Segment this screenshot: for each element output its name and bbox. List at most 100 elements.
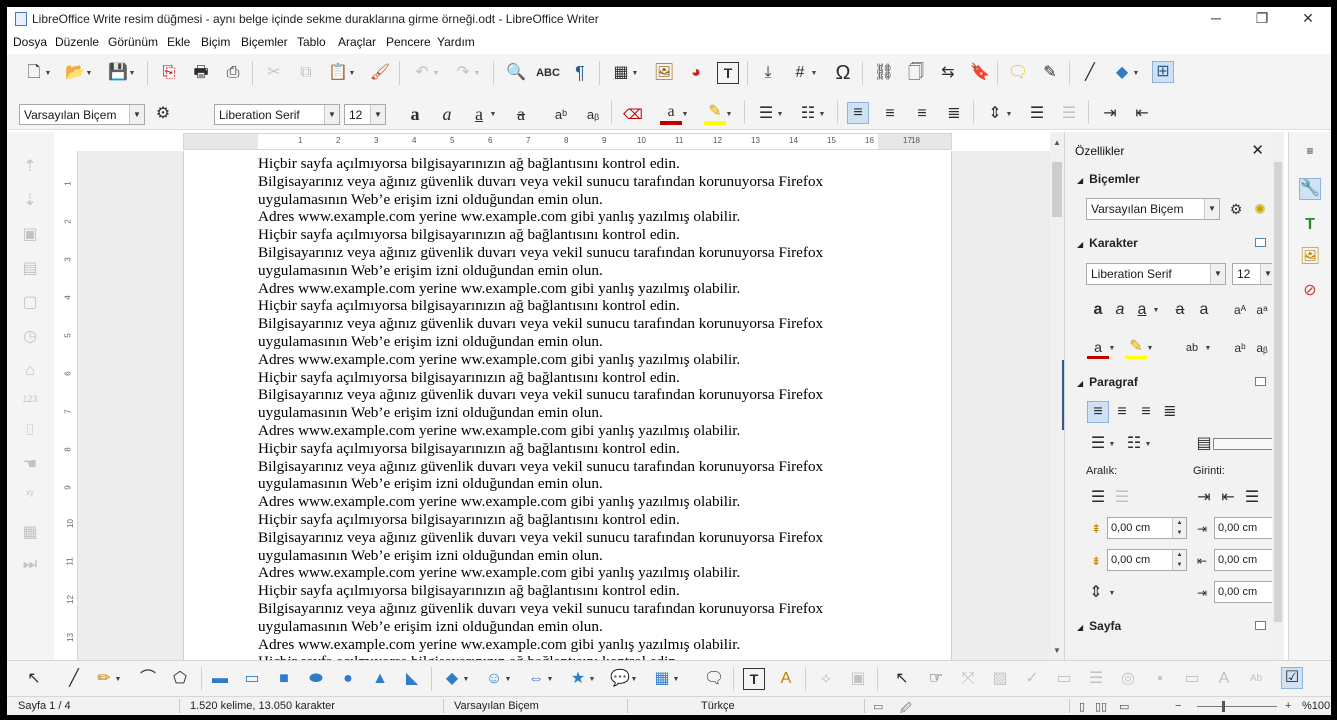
callouts-icon[interactable]: 💬 <box>609 668 631 690</box>
sidebar-font-combo[interactable]: Liberation Serif ▼ <box>1086 263 1226 285</box>
align-center-icon[interactable]: ≡ <box>1111 401 1133 423</box>
menu-bicim[interactable]: Biçim <box>201 35 230 49</box>
document-line[interactable]: Hiçbir sayfa açılmıyorsa bilgisayarınızı… <box>258 440 878 458</box>
increase-indent-icon[interactable]: ⇥ <box>1193 487 1215 509</box>
square-icon[interactable]: ■ <box>273 668 295 690</box>
cross-reference-icon[interactable]: ⇆ <box>937 62 959 84</box>
before-indent-field[interactable]: 0,00 cm <box>1214 517 1274 539</box>
print-preview-icon[interactable]: ⎙ <box>222 62 244 84</box>
polygon-icon[interactable]: ⬠ <box>169 668 191 690</box>
numbering-icon[interactable]: 123 <box>19 388 41 410</box>
comment-icon[interactable]: 🗨 <box>1007 62 1029 84</box>
document-line[interactable]: Hiçbir sayfa açılmıyorsa bilgisayarınızı… <box>258 226 878 244</box>
font-color-icon[interactable]: a <box>660 103 682 125</box>
ellipse-icon[interactable]: ⬬ <box>305 668 327 690</box>
document-line[interactable]: Adres www.example.com yerine ww.example.… <box>258 636 878 654</box>
field-dropdown-arrow[interactable]: ▼ <box>811 62 818 84</box>
highlight-color-icon[interactable]: ✎ <box>1125 337 1147 359</box>
paragraph-more-options-button[interactable] <box>1255 377 1266 386</box>
align-left-icon[interactable]: ≡ <box>847 102 869 124</box>
increase-indent-icon[interactable]: ⇥ <box>1099 103 1121 125</box>
styles-icon[interactable]: T <box>1299 214 1321 236</box>
table-dropdown-arrow[interactable]: ▼ <box>632 62 639 84</box>
basic-shapes-dropdown-arrow[interactable]: ▼ <box>463 668 470 690</box>
curve-icon[interactable]: ⌒ <box>137 668 159 690</box>
highlight-dropdown-arrow[interactable]: ▼ <box>726 103 733 125</box>
special-character-icon[interactable]: Ω <box>832 62 854 84</box>
document-text[interactable]: Hiçbir sayfa açılmıyorsa bilgisayarınızı… <box>258 155 878 660</box>
zoom-level[interactable]: %100 <box>1302 700 1330 712</box>
document-line[interactable]: Hiçbir sayfa açılmıyorsa bilgisayarınızı… <box>258 653 878 660</box>
minimize-button[interactable]: ─ <box>1193 7 1239 31</box>
paragraph-style-combo[interactable]: Varsayılan Biçem ▼ <box>19 104 145 125</box>
document-line[interactable]: Hiçbir sayfa açılmıyorsa bilgisayarınızı… <box>258 511 878 529</box>
rounded-rectangle-icon[interactable]: ▭ <box>241 668 263 690</box>
save-icon[interactable]: 💾 <box>107 62 129 84</box>
basic-shapes-icon[interactable]: ◆ <box>441 668 463 690</box>
scroll-thumb[interactable] <box>1052 162 1062 217</box>
character-section-header[interactable]: ◢ Karakter <box>1077 236 1138 250</box>
new-document-icon[interactable]: 🗋 <box>23 62 45 84</box>
time-icon[interactable]: ◷ <box>19 326 41 348</box>
symbol-shapes-dropdown-arrow[interactable]: ▼ <box>505 668 512 690</box>
chevron-down-icon[interactable]: ▼ <box>1210 264 1225 284</box>
label-icon[interactable]: A <box>1213 668 1235 690</box>
block-arrows-dropdown-arrow[interactable]: ▼ <box>547 668 554 690</box>
sidebar-size-combo[interactable]: 12 ▼ <box>1232 263 1274 285</box>
highlight-dropdown-arrow[interactable]: ▼ <box>1147 337 1154 359</box>
language[interactable]: Türkçe <box>701 700 735 712</box>
hyperlink-icon[interactable]: ⛓ <box>873 62 895 84</box>
print-icon[interactable]: 🖶 <box>190 62 212 84</box>
hand-icon[interactable]: ☚ <box>19 454 41 476</box>
document-line[interactable]: Bilgisayarınız veya ağınız güvenlik duva… <box>258 458 878 476</box>
document-line[interactable]: uygulamasının Web’e erişim izni olduğund… <box>258 191 878 209</box>
document-line[interactable]: Adres www.example.com yerine ww.example.… <box>258 493 878 511</box>
zoom-slider[interactable] <box>1197 706 1277 707</box>
numbered-dropdown-arrow[interactable]: ▼ <box>1145 433 1152 455</box>
freeform-dropdown-arrow[interactable]: ▼ <box>115 668 122 690</box>
strikethrough-icon[interactable]: a <box>1169 299 1191 321</box>
chevron-down-icon[interactable]: ▼ <box>129 105 144 124</box>
page-more-options-button[interactable] <box>1255 621 1266 630</box>
document-line[interactable]: Hiçbir sayfa açılmıyorsa bilgisayarınızı… <box>258 369 878 387</box>
spelling-icon[interactable]: ABC <box>536 62 560 84</box>
undo-icon[interactable]: ↶ <box>411 62 433 84</box>
menu-araclar[interactable]: Araçlar <box>338 35 376 49</box>
after-indent-field[interactable]: 0,00 cm <box>1214 549 1274 571</box>
callouts-dropdown-arrow[interactable]: ▼ <box>631 668 638 690</box>
list-box-icon[interactable]: ☰ <box>1085 668 1107 690</box>
close-window-button[interactable]: ✕ <box>1285 7 1331 31</box>
document-line[interactable]: uygulamasının Web’e erişim izni olduğund… <box>258 333 878 351</box>
freeform-line-icon[interactable]: ✏ <box>93 668 115 690</box>
new-dropdown-arrow[interactable]: ▼ <box>45 62 52 84</box>
document-line[interactable]: uygulamasının Web’e erişim izni olduğund… <box>258 404 878 422</box>
image-button-icon[interactable]: ☞ <box>925 668 947 690</box>
italic-icon[interactable]: a <box>1109 299 1131 321</box>
decrease-indent-icon[interactable]: ⇤ <box>1217 487 1239 509</box>
nav-up-icon[interactable]: ⇡ <box>19 156 41 178</box>
scroll-down-icon[interactable]: ▼ <box>1050 644 1064 658</box>
bullet-dropdown-arrow[interactable]: ▼ <box>777 103 784 125</box>
document-line[interactable]: Bilgisayarınız veya ağınız güvenlik duva… <box>258 600 878 618</box>
insert-image-icon[interactable]: 🖼 <box>653 62 675 84</box>
page-style[interactable]: Varsayılan Biçem <box>454 700 539 712</box>
font-size-combo[interactable]: 12 ▼ <box>344 104 386 125</box>
zoom-slider-knob[interactable] <box>1222 701 1225 712</box>
shapes-dropdown-arrow[interactable]: ▼ <box>1133 62 1140 84</box>
formatting-marks-icon[interactable]: ¶ <box>569 62 591 84</box>
document-line[interactable]: Adres www.example.com yerine ww.example.… <box>258 564 878 582</box>
block-arrows-icon[interactable]: ⇔ <box>525 668 547 690</box>
superscript-icon[interactable]: aᵇ <box>1229 337 1251 359</box>
spin-arrows-icon[interactable]: ▲ ▼ <box>1172 518 1186 538</box>
bullet-icon[interactable]: • <box>1149 668 1171 690</box>
nav-down-icon[interactable]: ⇣ <box>19 190 41 212</box>
bold-icon[interactable]: a <box>404 103 426 125</box>
form-field-icon[interactable]: ▭ <box>1053 668 1075 690</box>
select-icon[interactable]: ↖ <box>23 668 45 690</box>
numbered-list-icon[interactable]: ☷ <box>797 103 819 125</box>
right-triangle-icon[interactable]: ◣ <box>401 668 423 690</box>
pointer-icon[interactable]: ↖ <box>891 668 913 690</box>
triangle-icon[interactable]: ▲ <box>369 668 391 690</box>
underline-icon[interactable]: a <box>468 103 490 125</box>
increase-spacing-icon[interactable]: ☰ <box>1087 487 1109 509</box>
